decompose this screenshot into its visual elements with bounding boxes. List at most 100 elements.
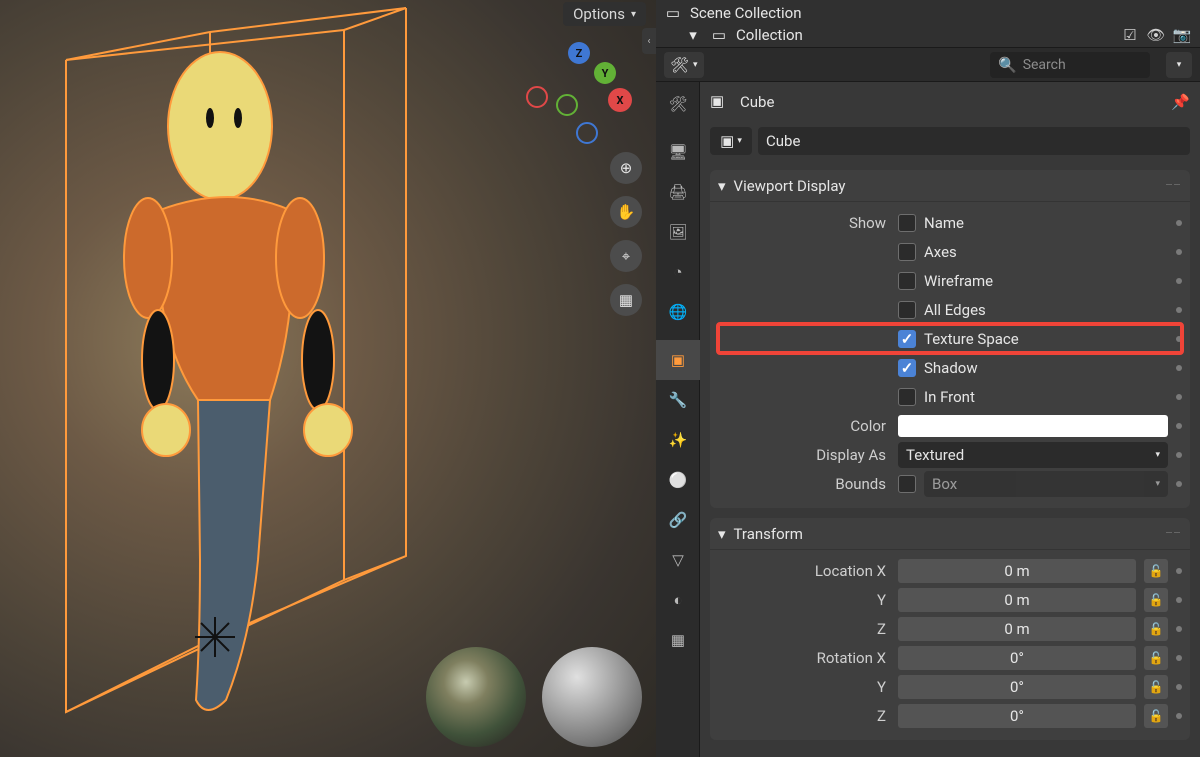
texture-tab-icon[interactable]: ▦ — [656, 620, 700, 660]
show-wireframe-checkbox[interactable] — [898, 272, 916, 290]
panel-drag-handle[interactable]: ┄┄ — [1166, 180, 1182, 191]
exclude-toggle-icon[interactable]: ☑ — [1120, 25, 1140, 45]
animate-dot[interactable] — [1176, 365, 1182, 371]
options-label: Options — [573, 5, 625, 23]
axis-y-gizmo[interactable]: Y — [594, 62, 616, 84]
animate-dot[interactable] — [1176, 336, 1182, 342]
persp-button[interactable]: ▦ — [610, 284, 642, 316]
outliner-scene-collection-row[interactable]: ▭ Scene Collection — [664, 2, 1192, 24]
show-axes-checkbox[interactable] — [898, 243, 916, 261]
show-name-row: Show Name — [718, 208, 1182, 237]
rotation-z-field[interactable]: 0° — [898, 704, 1136, 728]
bounds-checkbox[interactable] — [898, 475, 916, 493]
transform-header[interactable]: ▾ Transform ┄┄ — [710, 518, 1190, 550]
animate-dot[interactable] — [1176, 423, 1182, 429]
matcap-preview-sphere[interactable] — [542, 647, 642, 747]
outliner: ▭ Scene Collection ▾ ▭ Collection ☑ 👁 📷 — [656, 0, 1200, 48]
show-name-checkbox[interactable] — [898, 214, 916, 232]
location-x-field[interactable]: 0 m — [898, 559, 1136, 583]
editor-type-dropdown[interactable]: 🛠▾ — [664, 52, 704, 78]
color-label: Color — [718, 417, 898, 435]
orbit-icon: ⌖ — [622, 247, 630, 265]
output-tab-icon[interactable]: 🖨 — [656, 172, 700, 212]
outliner-collection-row[interactable]: ▾ ▭ Collection ☑ 👁 📷 — [664, 24, 1192, 46]
viewport-display-header[interactable]: ▾ Viewport Display ┄┄ — [710, 170, 1190, 202]
zoom-button[interactable]: ⊕ — [610, 152, 642, 184]
animate-dot[interactable] — [1176, 394, 1182, 400]
axis-neg-z-gizmo[interactable] — [576, 122, 598, 144]
right-area: ▭ Scene Collection ▾ ▭ Collection ☑ 👁 📷 … — [656, 0, 1200, 757]
animate-dot[interactable] — [1176, 307, 1182, 313]
particles-tab-icon[interactable]: ✨ — [656, 420, 700, 460]
animate-dot[interactable] — [1176, 626, 1182, 632]
view-layer-tab-icon[interactable]: 🖼 — [656, 212, 700, 252]
world-tab-icon[interactable]: 🌐 — [656, 292, 700, 332]
modifiers-tab-icon[interactable]: 🔧 — [656, 380, 700, 420]
animate-dot[interactable] — [1176, 713, 1182, 719]
properties-search[interactable]: 🔍 — [990, 52, 1150, 78]
animate-dot[interactable] — [1176, 452, 1182, 458]
animate-dot[interactable] — [1176, 597, 1182, 603]
constraints-tab-icon[interactable]: 🔗 — [656, 500, 700, 540]
show-all-edges-label: All Edges — [924, 301, 986, 319]
panel-drag-handle[interactable]: ┄┄ — [1166, 528, 1182, 539]
animate-dot[interactable] — [1176, 220, 1182, 226]
rotation-x-row: Rotation X 0° 🔓 — [718, 643, 1182, 672]
location-y-field[interactable]: 0 m — [898, 588, 1136, 612]
render-camera-icon[interactable]: 📷 — [1172, 25, 1192, 45]
chevron-down-icon[interactable]: ▾ — [684, 26, 702, 44]
lock-icon[interactable]: 🔓 — [1144, 617, 1168, 641]
material-tab-icon[interactable]: ◐ — [656, 580, 700, 620]
object-tab-icon[interactable]: ▣ — [656, 340, 700, 380]
filter-dropdown[interactable]: ▾ — [1166, 52, 1192, 78]
pin-icon[interactable]: 📌 — [1171, 93, 1190, 111]
scene-collection-label: Scene Collection — [690, 4, 801, 22]
show-name-label: Name — [924, 214, 964, 232]
lock-icon[interactable]: 🔓 — [1144, 646, 1168, 670]
animate-dot[interactable] — [1176, 655, 1182, 661]
bounds-type-dropdown[interactable]: Box ▾ — [924, 471, 1168, 497]
options-dropdown[interactable]: Options ▾ — [563, 2, 646, 26]
lock-icon[interactable]: 🔓 — [1144, 559, 1168, 583]
animate-dot[interactable] — [1176, 568, 1182, 574]
axis-neg-x-gizmo[interactable] — [526, 86, 548, 108]
axis-z-gizmo[interactable]: Z — [568, 42, 590, 64]
animate-dot[interactable] — [1176, 278, 1182, 284]
lock-icon[interactable]: 🔓 — [1144, 675, 1168, 699]
hdri-preview-sphere[interactable] — [426, 647, 526, 747]
properties-panels: ▣ Cube 📌 ▣▾ Cube ▾ Viewport Display ┄┄ — [700, 82, 1200, 757]
show-shadow-checkbox[interactable]: ✓ — [898, 359, 916, 377]
animate-dot[interactable] — [1176, 249, 1182, 255]
lock-icon[interactable]: 🔓 — [1144, 704, 1168, 728]
object-datablock-dropdown[interactable]: ▣▾ — [710, 127, 752, 155]
rotation-x-label: Rotation X — [718, 649, 898, 667]
collapse-region-handle[interactable]: ‹ — [642, 28, 656, 54]
3d-viewport[interactable]: Options ▾ ‹ X Y Z ⊕ ✋ ⌖ ▦ — [0, 0, 656, 757]
mesh-data-tab-icon[interactable]: ▽ — [656, 540, 700, 580]
show-in-front-checkbox[interactable] — [898, 388, 916, 406]
render-tab-icon[interactable]: 🖥 — [656, 132, 700, 172]
show-texture-space-checkbox[interactable]: ✓ — [898, 330, 916, 348]
show-texture-space-row: ✓ Texture Space — [718, 324, 1182, 353]
rotation-x-field[interactable]: 0° — [898, 646, 1136, 670]
show-all-edges-checkbox[interactable] — [898, 301, 916, 319]
animate-dot[interactable] — [1176, 481, 1182, 487]
axis-neg-y-gizmo[interactable] — [556, 94, 578, 116]
pan-button[interactable]: ✋ — [610, 196, 642, 228]
animate-dot[interactable] — [1176, 684, 1182, 690]
properties-search-input[interactable] — [1023, 57, 1142, 73]
color-swatch[interactable] — [898, 415, 1168, 437]
lock-icon[interactable]: 🔓 — [1144, 588, 1168, 612]
orbit-button[interactable]: ⌖ — [610, 240, 642, 272]
location-z-field[interactable]: 0 m — [898, 617, 1136, 641]
display-as-dropdown[interactable]: Textured ▾ — [898, 442, 1168, 468]
zoom-icon: ⊕ — [620, 159, 633, 177]
bounds-row: Bounds Box ▾ — [718, 469, 1182, 498]
axis-x-gizmo[interactable]: X — [608, 88, 632, 112]
rotation-y-field[interactable]: 0° — [898, 675, 1136, 699]
visibility-eye-icon[interactable]: 👁 — [1146, 25, 1166, 45]
tool-tab-icon[interactable]: 🛠 — [656, 84, 700, 124]
scene-tab-icon[interactable]: ◔ — [656, 252, 700, 292]
physics-tab-icon[interactable]: ⚪ — [656, 460, 700, 500]
object-name-input[interactable]: Cube — [758, 127, 1190, 155]
